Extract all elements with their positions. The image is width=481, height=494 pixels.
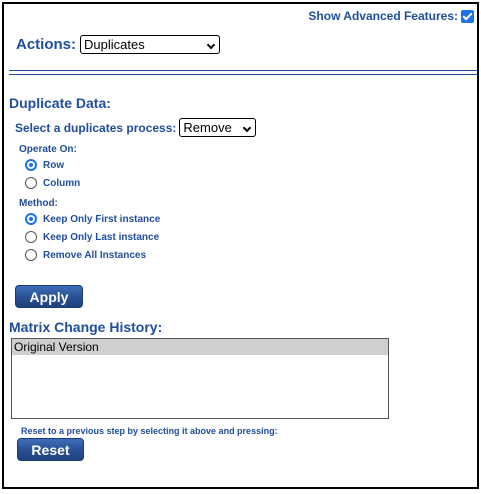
radio-label: Remove All Instances — [43, 249, 147, 261]
actions-select[interactable]: Duplicates — [80, 35, 220, 54]
radio-button[interactable] — [25, 231, 37, 243]
process-label: Select a duplicates process: — [15, 120, 177, 135]
radio-label: Row — [43, 159, 65, 171]
history-listbox[interactable]: Original Version — [11, 338, 389, 419]
history-item-selected[interactable]: Original Version — [12, 339, 388, 355]
radio-label: Keep Only First instance — [43, 213, 161, 225]
method-label: Method: — [19, 198, 58, 209]
radio-method-remove-all[interactable]: Remove All Instances — [25, 249, 146, 261]
radio-button-selected[interactable] — [25, 213, 37, 225]
chevron-down-icon — [206, 40, 216, 50]
divider-top — [9, 70, 477, 71]
process-select-value: Remove — [183, 120, 232, 135]
apply-button[interactable]: Apply — [15, 285, 83, 308]
actions-label: Actions: — [16, 36, 76, 53]
actions-select-value: Duplicates — [84, 37, 145, 52]
reset-instructions: Reset to a previous step by selecting it… — [21, 426, 278, 436]
actions-row: Actions: Duplicates — [16, 35, 220, 54]
radio-button[interactable] — [25, 177, 37, 189]
radio-method-last[interactable]: Keep Only Last instance — [25, 231, 159, 243]
panel-frame: Show Advanced Features: Actions: Duplica… — [2, 2, 479, 489]
radio-method-first[interactable]: Keep Only First instance — [25, 213, 160, 225]
radio-button-selected[interactable] — [25, 159, 37, 171]
radio-operate-row[interactable]: Row — [25, 159, 64, 171]
chevron-down-icon — [243, 123, 252, 133]
divider-bottom — [9, 74, 477, 75]
radio-label: Column — [43, 177, 81, 189]
reset-button[interactable]: Reset — [17, 438, 84, 461]
advanced-features-label: Show Advanced Features: — [308, 9, 458, 23]
radio-button[interactable] — [25, 249, 37, 261]
duplicate-data-title: Duplicate Data: — [9, 95, 111, 111]
process-row: Select a duplicates process: Remove — [15, 118, 257, 137]
matrix-history-title: Matrix Change History: — [9, 319, 163, 335]
radio-label: Keep Only Last instance — [43, 231, 160, 243]
advanced-features-checkbox[interactable] — [461, 9, 474, 23]
process-select[interactable]: Remove — [179, 118, 257, 137]
advanced-features-toggle[interactable]: Show Advanced Features: — [308, 9, 474, 23]
radio-operate-column[interactable]: Column — [25, 177, 80, 189]
operate-on-label: Operate On: — [19, 144, 77, 155]
